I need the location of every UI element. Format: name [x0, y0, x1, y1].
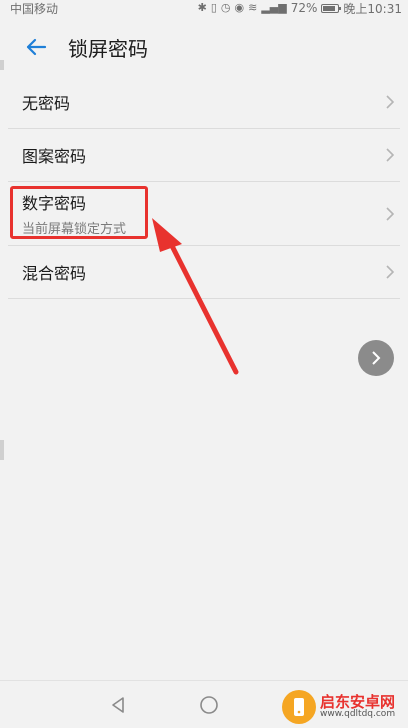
triangle-back-icon — [112, 697, 124, 713]
chevron-right-icon — [386, 206, 395, 221]
alarm-icon: ◷ — [220, 1, 231, 14]
chevron-right-icon — [386, 265, 395, 279]
annotation-highlight-box — [10, 186, 148, 239]
watermark: 启东安卓网 www.qdltdq.com — [282, 686, 408, 728]
nav-back-button[interactable] — [100, 689, 136, 721]
carrier-label: 中国移动 — [10, 1, 59, 16]
chevron-right-icon — [372, 351, 381, 365]
chevron-right-icon — [386, 95, 395, 109]
option-label: 混合密码 — [22, 264, 87, 283]
screen: 中国移动 ✱ ▯ ◷ ◉ ≋ ▂▄▆ 72% 晚上10:31 锁屏密码 无密码 — [0, 0, 408, 728]
phone-logo-icon — [294, 698, 304, 716]
clock: 晚上10:31 — [343, 1, 402, 16]
floating-next-button[interactable] — [358, 340, 394, 376]
watermark-logo-icon — [282, 690, 316, 724]
vibrate-icon: ▯ — [210, 1, 217, 14]
option-pattern-password[interactable]: 图案密码 — [8, 129, 400, 182]
battery-icon — [321, 3, 342, 13]
chevron-right-icon — [386, 148, 395, 162]
back-button[interactable] — [12, 23, 60, 71]
option-mixed-password[interactable]: 混合密码 — [8, 246, 400, 299]
edge-artifact — [0, 440, 4, 460]
status-bar: 中国移动 ✱ ▯ ◷ ◉ ≋ ▂▄▆ 72% 晚上10:31 — [0, 0, 408, 16]
signal-icon: ▂▄▆ — [261, 1, 287, 14]
nav-home-button[interactable] — [191, 689, 227, 721]
eye-comfort-icon: ◉ — [234, 1, 245, 14]
battery-percent: 72% — [290, 1, 318, 15]
bluetooth-icon: ✱ — [197, 1, 207, 14]
app-bar: 锁屏密码 — [0, 16, 408, 78]
watermark-name: 启东安卓网 — [320, 692, 396, 711]
watermark-url: www.qdltdq.com — [320, 709, 396, 720]
back-arrow-icon — [26, 38, 47, 56]
option-label: 图案密码 — [22, 147, 87, 166]
circle-home-icon — [200, 696, 218, 714]
wifi-icon: ≋ — [248, 1, 258, 14]
page-title: 锁屏密码 — [68, 36, 148, 61]
option-label: 无密码 — [22, 94, 71, 113]
option-no-password[interactable]: 无密码 — [8, 76, 400, 129]
